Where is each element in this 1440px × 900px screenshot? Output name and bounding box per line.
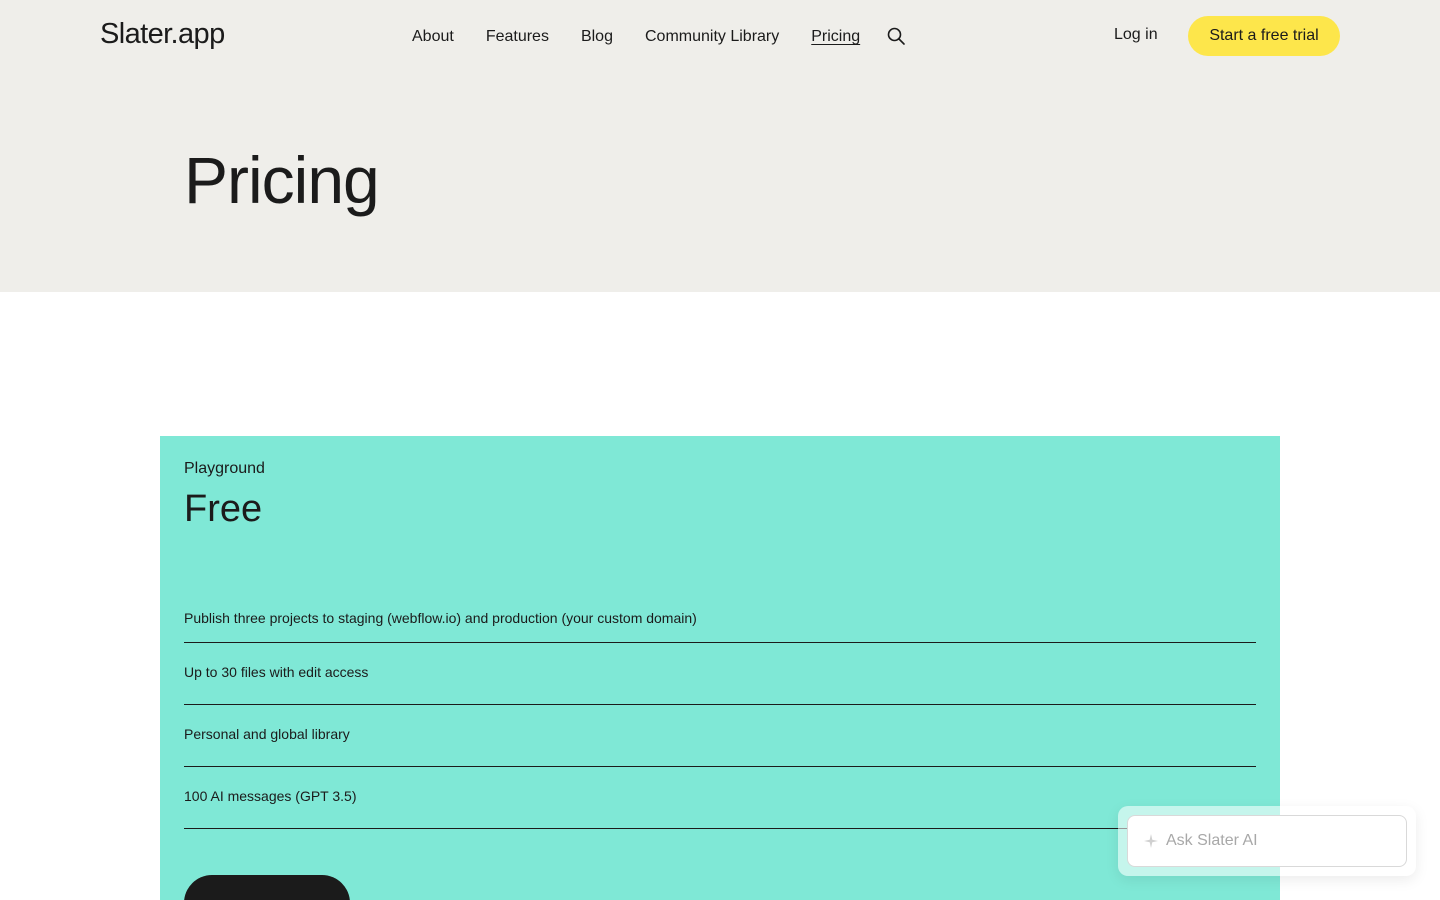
feature-list: Publish three projects to staging (webfl… bbox=[184, 590, 1256, 829]
ai-chat-widget: Ask Slater AI bbox=[1118, 806, 1416, 876]
pricing-card: Playground Free Publish three projects t… bbox=[160, 436, 1280, 900]
search-icon[interactable] bbox=[886, 26, 906, 46]
plan-price: Free bbox=[184, 488, 263, 530]
nav-features[interactable]: Features bbox=[486, 28, 549, 46]
plan-action-button[interactable] bbox=[184, 875, 350, 900]
login-link[interactable]: Log in bbox=[1114, 26, 1158, 44]
feature-item: Publish three projects to staging (webfl… bbox=[184, 590, 1256, 643]
ask-ai-input[interactable]: Ask Slater AI bbox=[1127, 815, 1407, 867]
nav-pricing[interactable]: Pricing bbox=[811, 28, 860, 46]
sparkle-icon bbox=[1144, 834, 1158, 848]
hero-section: Slater.app About Features Blog Community… bbox=[0, 0, 1440, 292]
feature-item: Up to 30 files with edit access bbox=[184, 643, 1256, 705]
logo[interactable]: Slater.app bbox=[100, 18, 225, 51]
nav-about[interactable]: About bbox=[412, 28, 454, 46]
feature-item: Personal and global library bbox=[184, 705, 1256, 767]
nav-community-library[interactable]: Community Library bbox=[645, 28, 779, 46]
feature-item: 100 AI messages (GPT 3.5) bbox=[184, 767, 1256, 829]
start-free-trial-button[interactable]: Start a free trial bbox=[1188, 16, 1340, 56]
plan-name: Playground bbox=[184, 460, 265, 477]
nav-blog[interactable]: Blog bbox=[581, 28, 613, 46]
ask-ai-placeholder: Ask Slater AI bbox=[1166, 832, 1258, 849]
page-title: Pricing bbox=[184, 143, 380, 217]
main-nav: About Features Blog Community Library Pr… bbox=[412, 26, 892, 48]
